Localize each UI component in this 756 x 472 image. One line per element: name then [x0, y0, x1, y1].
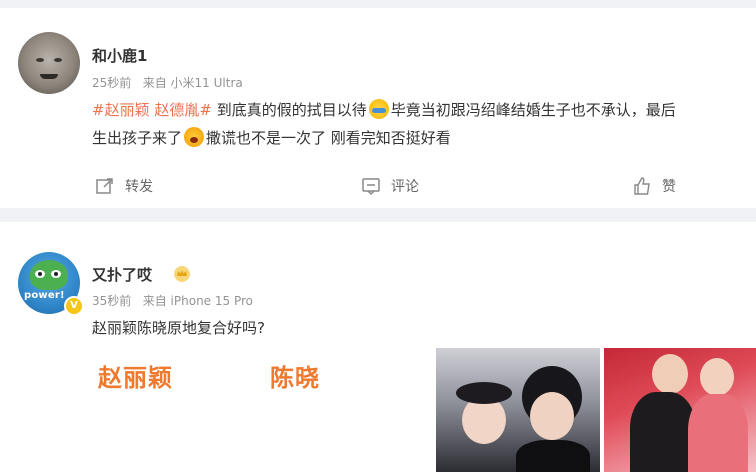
image-caption: 陈晓	[270, 364, 320, 392]
post-meta: 35秒前 来自 iPhone 15 Pro	[92, 292, 253, 309]
avatar-eye	[54, 58, 62, 62]
post-time[interactable]: 25秒前	[92, 76, 131, 90]
content-text: 撒谎也不是一次了 刚看完知否挺好看	[206, 129, 451, 147]
post-image[interactable]: 赵丽颖	[92, 348, 259, 472]
post-image[interactable]	[436, 348, 600, 472]
topic-link[interactable]: #赵丽颖	[92, 101, 150, 119]
content-text: 毕竟当初跟冯绍峰结婚生子也不承认，最后	[390, 101, 676, 119]
photo-body	[516, 440, 590, 472]
post-source: 来自 小米11 Ultra	[142, 76, 243, 90]
content-line-2: 生出孩子来了 撒谎也不是一次了 刚看完知否挺好看	[92, 124, 756, 152]
post-source: 来自 iPhone 15 Pro	[142, 294, 253, 308]
image-caption: 赵丽颖	[98, 364, 173, 392]
thumbs-up-icon	[634, 177, 650, 195]
frog-avatar-icon	[30, 260, 68, 290]
like-label: 赞	[662, 179, 676, 195]
sweat-emoji-icon	[368, 99, 389, 119]
photo-person	[652, 354, 688, 394]
crown-icon	[174, 266, 190, 282]
comment-icon	[362, 178, 380, 196]
crying-emoji-icon	[184, 127, 205, 147]
verified-badge-icon: V	[64, 296, 84, 316]
photo-person	[700, 358, 734, 396]
frog-eye	[35, 270, 45, 278]
topic-link[interactable]: 赵德胤#	[154, 101, 212, 119]
username[interactable]: 又扑了哎	[92, 264, 152, 285]
content-line-1: #赵丽颖 赵德胤# 到底真的假的拭目以待 毕竟当初跟冯绍峰结婚生子也不承认，最后	[92, 96, 756, 124]
post-actions: 转发 评论 赞	[0, 176, 756, 200]
content-text: 生出孩子来了	[92, 129, 183, 147]
repost-label: 转发	[125, 179, 153, 195]
avatar-text: power!	[24, 290, 65, 301]
like-button[interactable]: 赞	[632, 176, 676, 196]
post-image[interactable]	[604, 348, 756, 472]
photo-body	[630, 392, 696, 472]
content-text: 到底真的假的拭目以待	[211, 101, 367, 119]
post-card-2: power! V 又扑了哎 35秒前 来自 iPhone 15 Pro 赵丽颖陈…	[0, 222, 756, 472]
photo-person	[530, 392, 574, 440]
frog-eye	[51, 270, 61, 278]
avatar-eye	[36, 58, 44, 62]
post-meta: 25秒前 来自 小米11 Ultra	[92, 74, 243, 91]
post-card-1: 和小鹿1 25秒前 来自 小米11 Ultra #赵丽颖 赵德胤# 到底真的假的…	[0, 8, 756, 208]
post-image[interactable]: 陈晓	[264, 348, 431, 472]
photo-body	[688, 394, 748, 472]
image-grid: 赵丽颖 陈晓	[92, 348, 756, 472]
repost-icon	[96, 178, 113, 194]
avatar-mouth	[40, 74, 58, 79]
post-content: #赵丽颖 赵德胤# 到底真的假的拭目以待 毕竟当初跟冯绍峰结婚生子也不承认，最后 …	[92, 96, 752, 152]
repost-button[interactable]: 转发	[95, 176, 153, 196]
post-content: 赵丽颖陈晓原地复合好吗?	[92, 319, 265, 337]
username[interactable]: 和小鹿1	[92, 45, 147, 66]
post-time[interactable]: 35秒前	[92, 294, 131, 308]
comment-button[interactable]: 评论	[361, 176, 419, 196]
avatar[interactable]	[18, 32, 80, 94]
comment-label: 评论	[391, 179, 419, 195]
photo-hair	[456, 382, 512, 404]
